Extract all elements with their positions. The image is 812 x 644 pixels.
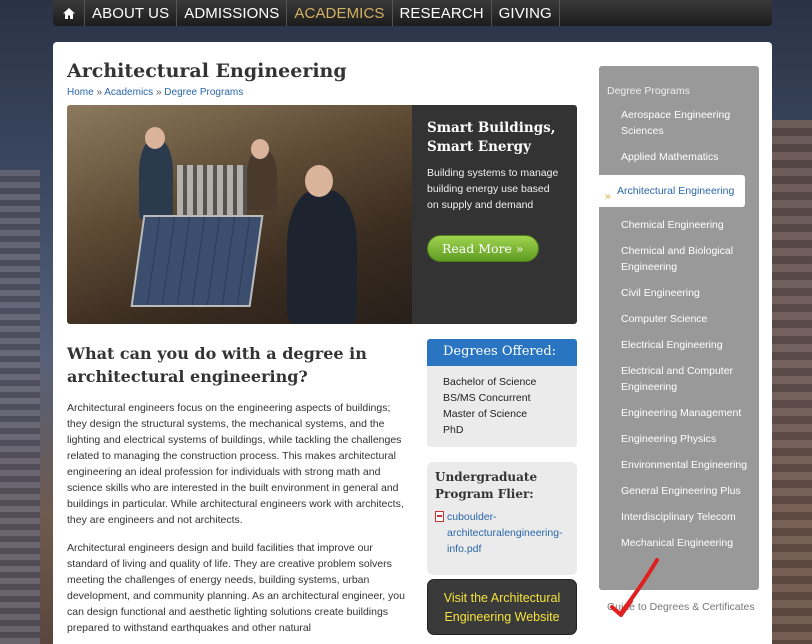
- hero-photo-person: [139, 140, 173, 220]
- breadcrumb-academics[interactable]: Academics: [104, 87, 153, 98]
- background-building-right: [772, 120, 812, 644]
- breadcrumb-degree-programs[interactable]: Degree Programs: [164, 87, 243, 98]
- breadcrumb-separator: »: [155, 87, 162, 98]
- sidebar-item-electrical[interactable]: Electrical Engineering: [599, 333, 759, 359]
- degrees-offered-box: Degrees Offered: Bachelor of Science BS/…: [427, 339, 577, 447]
- breadcrumb-separator: »: [96, 87, 103, 98]
- chevron-right-icon: »: [605, 191, 611, 202]
- sidebar-item-interdisciplinary-telecom[interactable]: Interdisciplinary Telecom: [599, 505, 759, 531]
- hero-title: Smart Buildings, Smart Energy: [427, 120, 556, 155]
- hero-photo-person: [287, 190, 357, 324]
- nav-about-us[interactable]: ABOUT US: [85, 0, 178, 26]
- hero-description: Building systems to manage building ener…: [427, 167, 559, 211]
- article-paragraph: Architectural engineers focus on the eng…: [67, 402, 404, 526]
- hero-banner: Smart Buildings, Smart Energy Building s…: [67, 105, 577, 324]
- flier-link[interactable]: cuboulder-architecturalengineering-info.…: [435, 509, 569, 557]
- degree-programs-sidebar: Degree Programs Aerospace Engineering Sc…: [599, 66, 759, 590]
- hero-photo-head: [251, 139, 269, 159]
- pdf-icon: [435, 511, 444, 522]
- nav-research[interactable]: RESEARCH: [393, 0, 492, 26]
- breadcrumb-home[interactable]: Home: [67, 87, 94, 98]
- sidebar-item-aerospace[interactable]: Aerospace Engineering Sciences: [599, 103, 759, 145]
- page-title: Architectural Engineering: [67, 60, 347, 82]
- hero-text-box: Smart Buildings, Smart Energy Building s…: [412, 105, 577, 324]
- hero-photo-head: [305, 165, 333, 197]
- sidebar-list: Aerospace Engineering Sciences Applied M…: [599, 103, 759, 557]
- nav-academics[interactable]: ACADEMICS: [287, 0, 393, 26]
- sidebar-item-chemical[interactable]: Chemical Engineering: [599, 213, 759, 239]
- degree-item: BS/MS Concurrent: [443, 392, 531, 404]
- home-link[interactable]: [53, 0, 85, 26]
- top-nav: ABOUT US ADMISSIONS ACADEMICS RESEARCH G…: [53, 0, 772, 26]
- hero-photo-head: [145, 127, 165, 149]
- degree-item: Master of Science: [443, 408, 528, 420]
- sidebar-item-electrical-computer[interactable]: Electrical and Computer Engineering: [599, 359, 759, 401]
- sidebar-item-engineering-physics[interactable]: Engineering Physics: [599, 427, 759, 453]
- background-building-left: [0, 170, 40, 644]
- breadcrumb: Home » Academics » Degree Programs: [67, 87, 243, 98]
- article-heading: What can you do with a degree in archite…: [67, 344, 367, 386]
- sidebar-item-general-engineering-plus[interactable]: General Engineering Plus: [599, 479, 759, 505]
- read-more-button[interactable]: Read More »: [427, 235, 539, 262]
- hero-photo-solar-panel: [130, 215, 264, 307]
- program-flier-box: Undergraduate Program Flier: cuboulder-a…: [427, 462, 577, 575]
- flier-link-text[interactable]: cuboulder-architecturalengineering-info.…: [447, 509, 569, 557]
- visit-website-button[interactable]: Visit the Architectural Engineering Webs…: [427, 579, 577, 635]
- sidebar-item-civil[interactable]: Civil Engineering: [599, 281, 759, 307]
- sidebar-item-engineering-management[interactable]: Engineering Management: [599, 401, 759, 427]
- home-icon: [62, 7, 75, 19]
- sidebar-section-title[interactable]: Degree Programs: [599, 66, 759, 97]
- article-paragraph: Architectural engineers design and build…: [67, 542, 405, 634]
- sidebar-item-environmental[interactable]: Environmental Engineering: [599, 453, 759, 479]
- sidebar-item-applied-math[interactable]: Applied Mathematics: [599, 145, 759, 171]
- sidebar-item-architectural-active[interactable]: » Architectural Engineering: [599, 175, 745, 207]
- annotation-arrow-icon: [610, 558, 659, 617]
- nav-giving[interactable]: GIVING: [492, 0, 560, 26]
- degrees-list: Bachelor of Science BS/MS Concurrent Mas…: [427, 366, 577, 446]
- sidebar-item-label[interactable]: Architectural Engineering: [617, 185, 734, 197]
- article: What can you do with a degree in archite…: [67, 342, 407, 636]
- sidebar-item-chemical-biological[interactable]: Chemical and Biological Engineering: [599, 239, 759, 281]
- main-panel: Architectural Engineering Home » Academi…: [53, 42, 772, 644]
- degrees-heading: Degrees Offered:: [427, 339, 577, 366]
- hero-photo: [67, 105, 412, 324]
- sidebar-item-computer-science[interactable]: Computer Science: [599, 307, 759, 333]
- sidebar-item-mechanical[interactable]: Mechanical Engineering: [599, 531, 759, 557]
- degree-item: PhD: [443, 424, 464, 436]
- flier-heading: Undergraduate Program Flier:: [435, 470, 538, 501]
- degree-item: Bachelor of Science: [443, 376, 537, 388]
- nav-admissions[interactable]: ADMISSIONS: [177, 0, 288, 26]
- hero-photo-person: [247, 150, 277, 210]
